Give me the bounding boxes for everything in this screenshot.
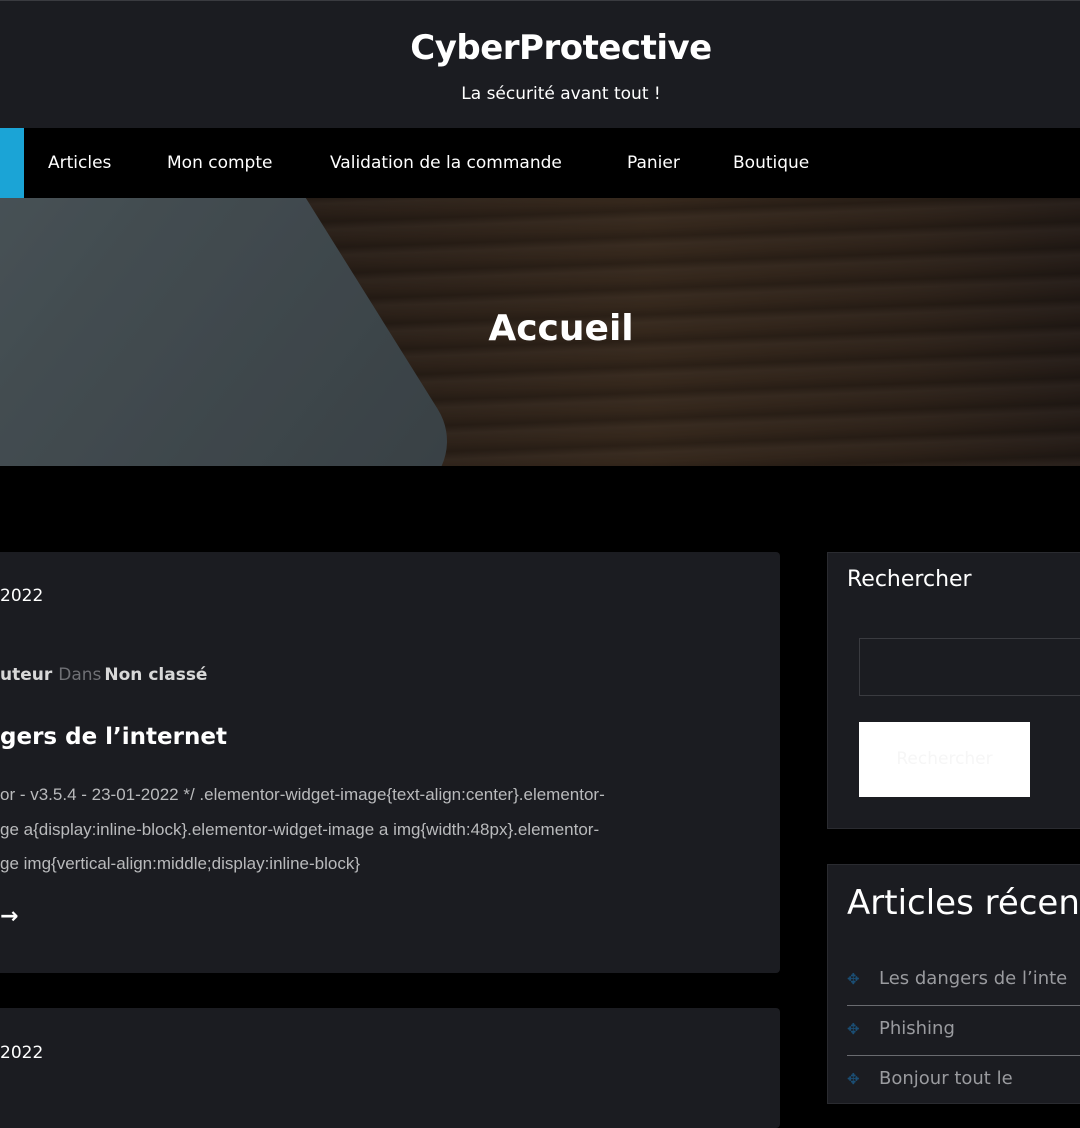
site-tagline: La sécurité avant tout ! xyxy=(461,84,661,104)
post-excerpt-line: or - v3.5.4 - 23-01-2022 */ .elementor-w… xyxy=(0,785,605,804)
nav-item-articles[interactable]: Articles xyxy=(48,128,111,198)
search-widget: Rechercher Rechercher xyxy=(827,552,1080,829)
post-date[interactable]: 2022 xyxy=(0,586,43,606)
nav-item-boutique[interactable]: Boutique xyxy=(733,128,809,198)
post-category-link[interactable]: Non classé xyxy=(104,665,207,685)
post-excerpt-line: ge img{vertical-align:middle;display:inl… xyxy=(0,854,361,873)
recent-article-link[interactable]: ✥ Les dangers de l’inte xyxy=(847,968,1080,1006)
post-meta-in-label: Dans xyxy=(58,665,102,685)
nav-item-home-active[interactable] xyxy=(0,128,24,198)
diamond-bullet-icon: ✥ xyxy=(847,1070,860,1088)
hero-banner: Accueil xyxy=(0,198,1080,466)
nav-item-panier[interactable]: Panier xyxy=(627,128,680,198)
search-button[interactable]: Rechercher xyxy=(859,722,1030,797)
recent-article-link[interactable]: ✥ Phishing xyxy=(847,1018,1080,1056)
post-author-link[interactable]: uteur xyxy=(0,665,52,685)
nav-item-mon-compte[interactable]: Mon compte xyxy=(167,128,272,198)
recent-article-label: Bonjour tout le xyxy=(879,1068,1013,1089)
diamond-bullet-icon: ✥ xyxy=(847,1020,860,1038)
post-card: 2022 xyxy=(0,1008,780,1128)
recent-articles-widget: Articles récen ✥ Les dangers de l’inte ✥ P… xyxy=(827,864,1080,1104)
post-meta: uteur Dans Non classé xyxy=(0,665,207,685)
recent-article-link[interactable]: ✥ Bonjour tout le xyxy=(847,1068,1080,1106)
post-card: 2022 uteur Dans Non classé gers de l’inter… xyxy=(0,552,780,973)
recent-articles-title: Articles récen xyxy=(847,883,1080,923)
post-excerpt-line: ge a{display:inline-block}.elementor-wid… xyxy=(0,819,600,839)
main-nav: Articles Mon compte Validation de la com… xyxy=(0,128,1080,198)
recent-article-label: Les dangers de l’inte xyxy=(879,968,1068,989)
post-title[interactable]: gers de l’internet xyxy=(0,724,227,750)
diamond-bullet-icon: ✥ xyxy=(847,970,860,988)
recent-article-label: Phishing xyxy=(879,1018,955,1039)
site-title[interactable]: CyberProtective xyxy=(0,28,1080,68)
post-date[interactable]: 2022 xyxy=(0,1043,43,1063)
post-excerpt: or - v3.5.4 - 23-01-2022 */ .elementor-w… xyxy=(0,778,760,882)
site-header: CyberProtective La sécurité avant tout ! xyxy=(0,0,1080,128)
search-widget-title: Rechercher xyxy=(847,567,972,592)
read-more-arrow-icon[interactable]: → xyxy=(0,904,18,929)
nav-item-validation-commande[interactable]: Validation de la commande xyxy=(330,128,562,198)
page-title: Accueil xyxy=(488,308,634,349)
search-input[interactable] xyxy=(859,638,1080,696)
